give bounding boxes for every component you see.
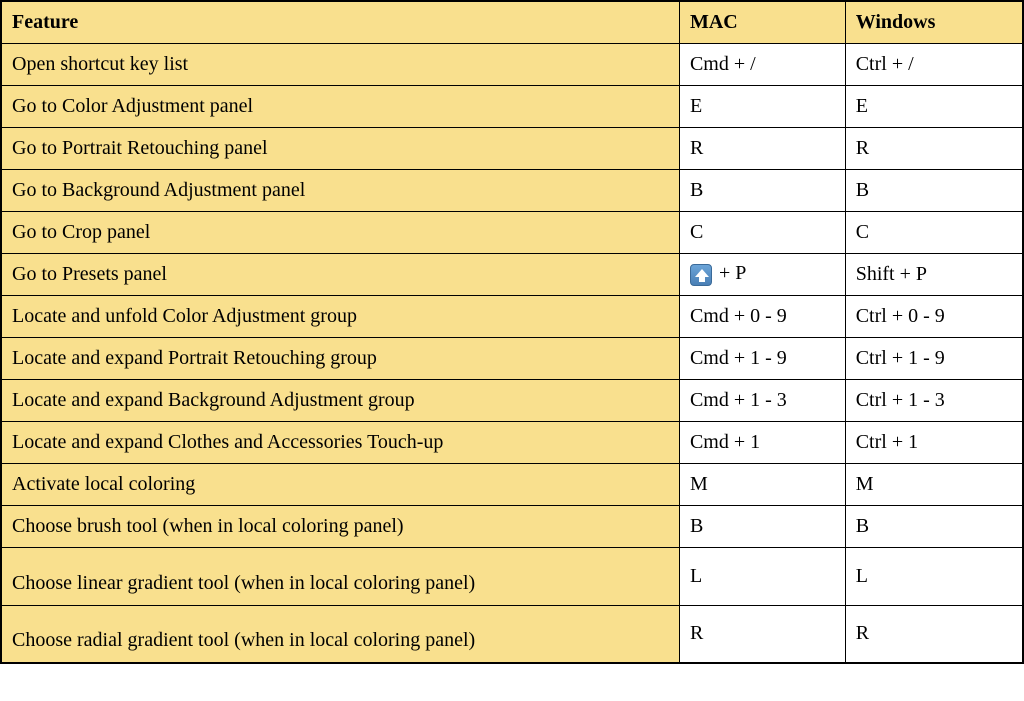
table-row: Activate local coloringMM xyxy=(1,463,1023,505)
windows-cell: C xyxy=(845,211,1023,253)
feature-cell: Go to Presets panel xyxy=(1,253,679,295)
table-row: Choose radial gradient tool (when in loc… xyxy=(1,605,1023,663)
table-row: Choose brush tool (when in local colorin… xyxy=(1,505,1023,547)
table-row: Go to Color Adjustment panelEE xyxy=(1,85,1023,127)
table-row: Go to Crop panelCC xyxy=(1,211,1023,253)
table-row: Locate and expand Clothes and Accessorie… xyxy=(1,421,1023,463)
windows-cell: L xyxy=(845,547,1023,605)
header-windows: Windows xyxy=(845,1,1023,43)
table-body: Open shortcut key listCmd + /Ctrl + /Go … xyxy=(1,43,1023,663)
windows-cell: Shift + P xyxy=(845,253,1023,295)
feature-cell: Go to Color Adjustment panel xyxy=(1,85,679,127)
windows-cell: B xyxy=(845,169,1023,211)
mac-shortcut-text: + P xyxy=(714,262,746,284)
mac-cell: + P xyxy=(679,253,845,295)
windows-cell: Ctrl + / xyxy=(845,43,1023,85)
shift-up-arrow-icon xyxy=(690,264,712,286)
mac-cell: Cmd + 1 - 9 xyxy=(679,337,845,379)
windows-cell: E xyxy=(845,85,1023,127)
mac-cell: R xyxy=(679,605,845,663)
feature-cell: Choose brush tool (when in local colorin… xyxy=(1,505,679,547)
windows-cell: M xyxy=(845,463,1023,505)
table-row: Open shortcut key listCmd + /Ctrl + / xyxy=(1,43,1023,85)
mac-cell: Cmd + 0 - 9 xyxy=(679,295,845,337)
feature-cell: Locate and unfold Color Adjustment group xyxy=(1,295,679,337)
feature-cell: Go to Crop panel xyxy=(1,211,679,253)
windows-cell: Ctrl + 1 - 3 xyxy=(845,379,1023,421)
table-row: Locate and unfold Color Adjustment group… xyxy=(1,295,1023,337)
table-row: Go to Background Adjustment panelBB xyxy=(1,169,1023,211)
feature-cell: Choose radial gradient tool (when in loc… xyxy=(1,605,679,663)
mac-cell: B xyxy=(679,169,845,211)
mac-cell: C xyxy=(679,211,845,253)
table-row: Go to Portrait Retouching panelRR xyxy=(1,127,1023,169)
table-header-row: Feature MAC Windows xyxy=(1,1,1023,43)
table-row: Go to Presets panel + P Shift + P xyxy=(1,253,1023,295)
feature-cell: Locate and expand Background Adjustment … xyxy=(1,379,679,421)
mac-cell: Cmd + 1 - 3 xyxy=(679,379,845,421)
feature-cell: Go to Background Adjustment panel xyxy=(1,169,679,211)
windows-cell: B xyxy=(845,505,1023,547)
feature-cell: Open shortcut key list xyxy=(1,43,679,85)
header-feature: Feature xyxy=(1,1,679,43)
feature-cell: Locate and expand Portrait Retouching gr… xyxy=(1,337,679,379)
mac-cell: E xyxy=(679,85,845,127)
mac-cell: Cmd + 1 xyxy=(679,421,845,463)
table-row: Locate and expand Background Adjustment … xyxy=(1,379,1023,421)
mac-cell: Cmd + / xyxy=(679,43,845,85)
windows-cell: R xyxy=(845,127,1023,169)
shortcuts-table: Feature MAC Windows Open shortcut key li… xyxy=(0,0,1024,664)
windows-cell: Ctrl + 0 - 9 xyxy=(845,295,1023,337)
mac-cell: B xyxy=(679,505,845,547)
mac-cell: R xyxy=(679,127,845,169)
windows-cell: Ctrl + 1 - 9 xyxy=(845,337,1023,379)
feature-cell: Choose linear gradient tool (when in loc… xyxy=(1,547,679,605)
feature-cell: Activate local coloring xyxy=(1,463,679,505)
mac-cell: M xyxy=(679,463,845,505)
mac-cell: L xyxy=(679,547,845,605)
feature-cell: Go to Portrait Retouching panel xyxy=(1,127,679,169)
feature-cell: Locate and expand Clothes and Accessorie… xyxy=(1,421,679,463)
table-row: Choose linear gradient tool (when in loc… xyxy=(1,547,1023,605)
windows-cell: R xyxy=(845,605,1023,663)
header-mac: MAC xyxy=(679,1,845,43)
table-row: Locate and expand Portrait Retouching gr… xyxy=(1,337,1023,379)
windows-cell: Ctrl + 1 xyxy=(845,421,1023,463)
